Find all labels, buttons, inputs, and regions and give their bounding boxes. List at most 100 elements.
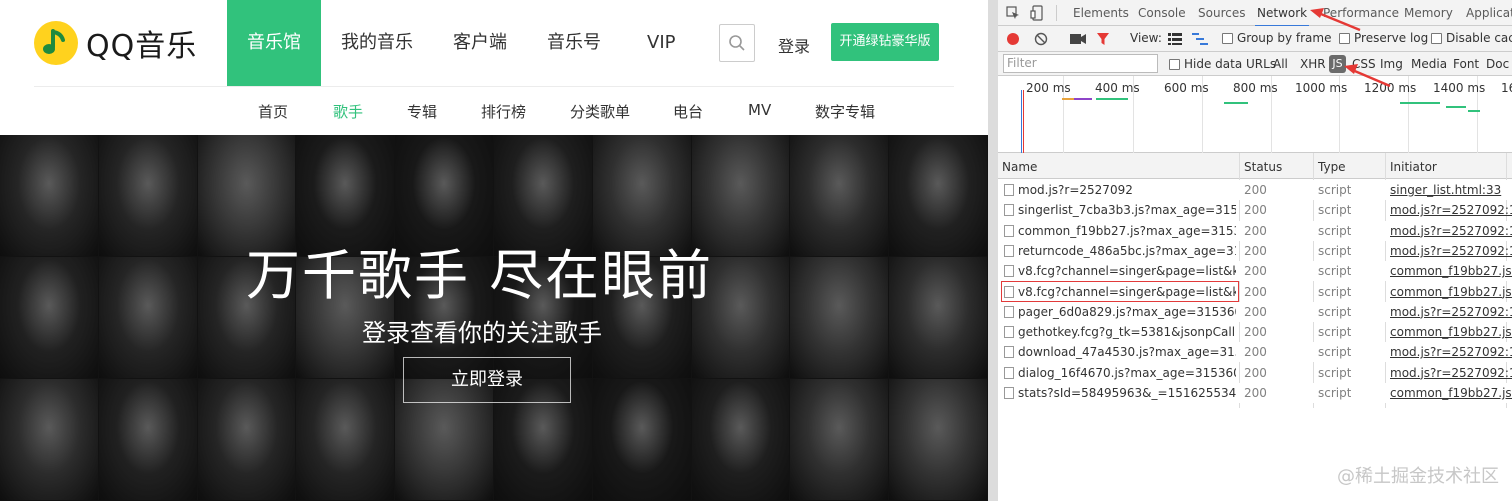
request-initiator[interactable]: mod.js?r=2527092:1 xyxy=(1390,244,1512,258)
request-name: dialog_16f4670.js?max_age=31536000 xyxy=(1018,365,1236,380)
login-link[interactable]: 登录 xyxy=(778,33,810,57)
file-icon xyxy=(1004,224,1014,237)
column-status[interactable]: Status xyxy=(1244,160,1282,174)
file-icon xyxy=(1004,184,1014,196)
subnav-singers[interactable]: 歌手 xyxy=(333,101,363,122)
nav-music-account[interactable]: 音乐号 xyxy=(527,0,621,86)
column-initiator[interactable]: Initiator xyxy=(1390,160,1437,174)
request-status: 200 xyxy=(1244,304,1267,319)
request-status: 200 xyxy=(1244,284,1267,299)
request-name: download_47a4530.js?max_age=315360... xyxy=(1018,345,1236,360)
request-status: 200 xyxy=(1244,264,1267,279)
subnav-digital-albums[interactable]: 数字专辑 xyxy=(815,101,875,122)
request-row[interactable]: gethotkey.fcg?g_tk=5381&jsonpCallbac... 2… xyxy=(998,322,1512,342)
file-icon xyxy=(1004,366,1014,379)
request-row[interactable]: pager_6d0a829.js?max_age=31536000 200 scri… xyxy=(998,301,1512,322)
hero-login-button[interactable]: 立即登录 xyxy=(403,357,571,403)
request-initiator[interactable]: common_f19bb27.js... xyxy=(1390,325,1512,339)
nav-client[interactable]: 客户端 xyxy=(433,0,527,86)
request-name: v8.fcg?channel=singer&page=list&key=... xyxy=(1018,264,1236,279)
watermark: @稀土掘金技术社区 xyxy=(1337,466,1499,487)
hero-banner: 万千歌手 尽在眼前 登录查看你的关注歌手 立即登录 xyxy=(0,135,988,501)
qq-music-logo[interactable]: QQ音乐 xyxy=(34,20,214,66)
nav-vip[interactable]: VIP xyxy=(621,0,695,86)
request-initiator[interactable]: mod.js?r=2527092:1 xyxy=(1390,345,1512,359)
request-type: script xyxy=(1318,183,1352,197)
request-type: script xyxy=(1318,203,1352,218)
subnav-radio[interactable]: 电台 xyxy=(673,101,703,122)
request-row[interactable]: stats?sId=58495963&_=1516255340552 200 scr… xyxy=(998,383,1512,403)
file-icon xyxy=(1004,387,1014,399)
request-bar xyxy=(1468,110,1480,112)
file-icon xyxy=(1004,346,1014,359)
main-nav: 音乐馆 我的音乐 客户端 音乐号 VIP xyxy=(227,0,695,86)
request-row[interactable]: download_47a4530.js?max_age=315360... 200… xyxy=(998,342,1512,363)
arrow-to-js-filter xyxy=(1344,64,1391,88)
request-name: returncode_486a5bc.js?max_age=31536... xyxy=(1018,243,1236,258)
request-initiator[interactable]: singer_list.html:33 xyxy=(1390,183,1512,197)
request-initiator[interactable]: mod.js?r=2527092:1 xyxy=(1390,366,1512,380)
hero-title: 万千歌手 尽在眼前 xyxy=(246,244,714,307)
arrow-to-network-tab xyxy=(1310,8,1361,32)
request-row[interactable]: v8.fcg?channel=singer&page=list&key=... 2… xyxy=(998,261,1512,282)
logo-text: QQ音乐 xyxy=(86,29,198,64)
qq-music-page: QQ音乐 音乐馆 我的音乐 客户端 音乐号 VIP 登录 开通绿钻豪华版 首页 … xyxy=(0,0,988,501)
request-initiator[interactable]: mod.js?r=2527092:1 xyxy=(1390,224,1512,238)
request-row[interactable]: dialog_16f4670.js?max_age=31536000 200 scr… xyxy=(998,363,1512,383)
request-type: script xyxy=(1318,386,1352,400)
request-row[interactable]: singerlist_7cba3b3.js?max_age=31536000 20… xyxy=(998,200,1512,220)
file-icon xyxy=(1004,305,1014,318)
panel-splitter[interactable] xyxy=(988,0,998,501)
request-type: script xyxy=(1318,325,1352,340)
request-initiator[interactable]: mod.js?r=2527092:1 xyxy=(1390,203,1512,217)
highlighted-request-box xyxy=(1001,281,1239,302)
request-status: 200 xyxy=(1244,345,1267,360)
request-status: 200 xyxy=(1244,203,1267,218)
request-status: 200 xyxy=(1244,183,1267,197)
top-navigation-bar: QQ音乐 音乐馆 我的音乐 客户端 音乐号 VIP 登录 开通绿钻豪华版 xyxy=(0,0,988,86)
search-button[interactable] xyxy=(719,24,755,62)
annotation-arrows xyxy=(1310,8,1391,88)
request-initiator[interactable]: mod.js?r=2527092:1 xyxy=(1390,305,1512,319)
search-icon xyxy=(729,35,745,51)
request-initiator[interactable]: common_f19bb27.js... xyxy=(1390,264,1512,278)
request-row[interactable]: returncode_486a5bc.js?max_age=31536... 20… xyxy=(998,241,1512,261)
request-row[interactable]: common_f19bb27.js?max_age=31536000 200 scr… xyxy=(998,220,1512,241)
request-row[interactable]: mod.js?r=2527092 200 script singer_list.htm… xyxy=(998,180,1512,200)
request-type: script xyxy=(1318,223,1352,238)
request-name: pager_6d0a829.js?max_age=31536000 xyxy=(1018,304,1236,319)
column-name[interactable]: Name xyxy=(1002,160,1037,174)
nav-my-music[interactable]: 我的音乐 xyxy=(321,0,433,86)
request-type: script xyxy=(1318,284,1352,299)
column-type[interactable]: Type xyxy=(1318,160,1346,174)
request-initiator[interactable]: common_f19bb27.js... xyxy=(1390,386,1512,400)
file-icon xyxy=(1004,244,1014,257)
sub-navigation: 首页 歌手 专辑 排行榜 分类歌单 电台 MV 数字专辑 xyxy=(0,87,988,135)
request-name: mod.js?r=2527092 xyxy=(1018,183,1133,197)
subnav-charts[interactable]: 排行榜 xyxy=(481,101,526,122)
request-table-header: Name Status Type Initiator xyxy=(998,153,1512,179)
request-initiator[interactable]: common_f19bb27.js... xyxy=(1390,285,1512,299)
request-name: common_f19bb27.js?max_age=31536000 xyxy=(1018,223,1236,238)
request-status: 200 xyxy=(1244,386,1267,400)
subnav-playlists[interactable]: 分类歌单 xyxy=(570,101,630,122)
subnav-mv[interactable]: MV xyxy=(748,101,771,119)
request-status: 200 xyxy=(1244,325,1267,340)
request-name: gethotkey.fcg?g_tk=5381&jsonpCallbac... xyxy=(1018,325,1236,340)
nav-music-hall[interactable]: 音乐馆 xyxy=(227,0,321,86)
request-name: stats?sId=58495963&_=1516255340552 xyxy=(1018,386,1236,400)
request-name: singerlist_7cba3b3.js?max_age=31536000 xyxy=(1018,203,1236,218)
request-status: 200 xyxy=(1244,243,1267,258)
subnav-albums[interactable]: 专辑 xyxy=(407,101,437,122)
subnav-home[interactable]: 首页 xyxy=(258,101,288,122)
green-diamond-button[interactable]: 开通绿钻豪华版 xyxy=(831,23,939,61)
request-type: script xyxy=(1318,345,1352,360)
request-status: 200 xyxy=(1244,223,1267,238)
request-type: script xyxy=(1318,365,1352,380)
hero-subtitle: 登录查看你的关注歌手 xyxy=(362,319,602,347)
request-type: script xyxy=(1318,304,1352,319)
file-icon xyxy=(1004,265,1014,278)
request-type: script xyxy=(1318,243,1352,258)
file-icon xyxy=(1004,326,1014,339)
music-note-logo-icon xyxy=(34,21,78,65)
